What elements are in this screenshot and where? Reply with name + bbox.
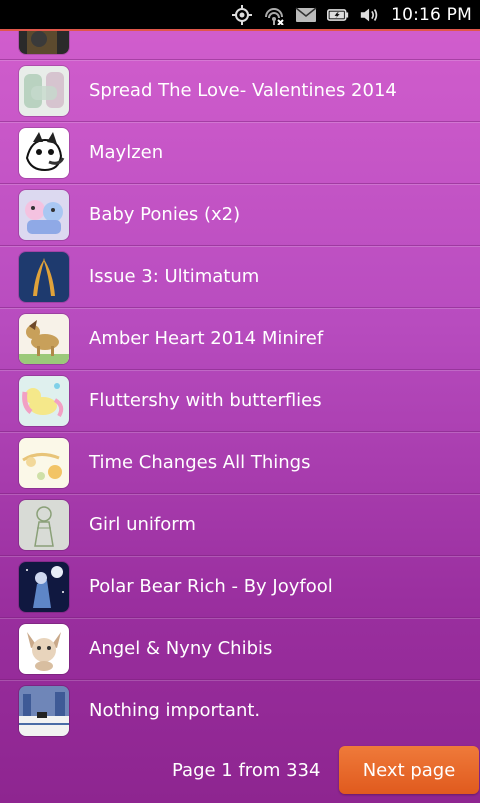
- thumbnail: [19, 623, 69, 674]
- network-icon[interactable]: [263, 4, 285, 26]
- list-item[interactable]: Baby Ponies (x2): [0, 184, 480, 246]
- thumbnail: [19, 251, 69, 302]
- thumbnail: [19, 313, 69, 364]
- thumbnail: [19, 375, 69, 426]
- list-item-title: Time Changes All Things: [89, 452, 311, 473]
- thumbnail: [19, 685, 69, 736]
- list-item[interactable]: Issue 3: Ultimatum: [0, 246, 480, 308]
- list-item-title: Polar Bear Rich - By Joyfool: [89, 576, 333, 597]
- location-icon[interactable]: [231, 4, 253, 26]
- list-item[interactable]: Polar Bear Rich - By Joyfool: [0, 556, 480, 618]
- list-item[interactable]: Amber Heart 2014 Miniref: [0, 308, 480, 370]
- thumbnail: [19, 499, 69, 550]
- status-bar: 10:16 PM: [0, 0, 480, 31]
- volume-icon[interactable]: [359, 4, 381, 26]
- mail-icon[interactable]: [295, 4, 317, 26]
- thumbnail: [19, 561, 69, 612]
- list-item-title: Amber Heart 2014 Miniref: [89, 328, 324, 349]
- thumbnail: [19, 437, 69, 488]
- list-item[interactable]: Maylzen: [0, 122, 480, 184]
- list-item-title: Maylzen: [89, 142, 164, 163]
- list-item[interactable]: Angel & Nyny Chibis: [0, 618, 480, 680]
- list-item-title: Fluttershy with butterflies: [89, 390, 322, 411]
- submission-list[interactable]: Spread The Love- Valentines 2014 Maylzen…: [0, 31, 480, 738]
- thumbnail: [19, 127, 69, 178]
- pagination-footer: Page 1 from 334 Next page: [0, 738, 480, 803]
- thumbnail: [19, 65, 69, 116]
- list-item-title: Nothing important.: [89, 700, 261, 721]
- list-item[interactable]: Nothing important.: [0, 680, 480, 738]
- list-item[interactable]: Girl uniform: [0, 494, 480, 556]
- list-item[interactable]: Time Changes All Things: [0, 432, 480, 494]
- list-item-title: Spread The Love- Valentines 2014: [89, 80, 397, 101]
- list-item-title: Issue 3: Ultimatum: [89, 266, 260, 287]
- list-item[interactable]: Spread The Love- Valentines 2014: [0, 60, 480, 122]
- thumbnail: [19, 31, 69, 54]
- next-page-button[interactable]: Next page: [339, 746, 479, 794]
- page-indicator: Page 1 from 334: [172, 760, 321, 781]
- list-item[interactable]: [0, 31, 480, 60]
- list-item[interactable]: Fluttershy with butterflies: [0, 370, 480, 432]
- list-item-title: Baby Ponies (x2): [89, 204, 241, 225]
- list-item-title: Angel & Nyny Chibis: [89, 638, 273, 659]
- battery-icon[interactable]: [327, 4, 349, 26]
- thumbnail: [19, 189, 69, 240]
- list-item-title: Girl uniform: [89, 514, 196, 535]
- clock[interactable]: 10:16 PM: [391, 5, 472, 25]
